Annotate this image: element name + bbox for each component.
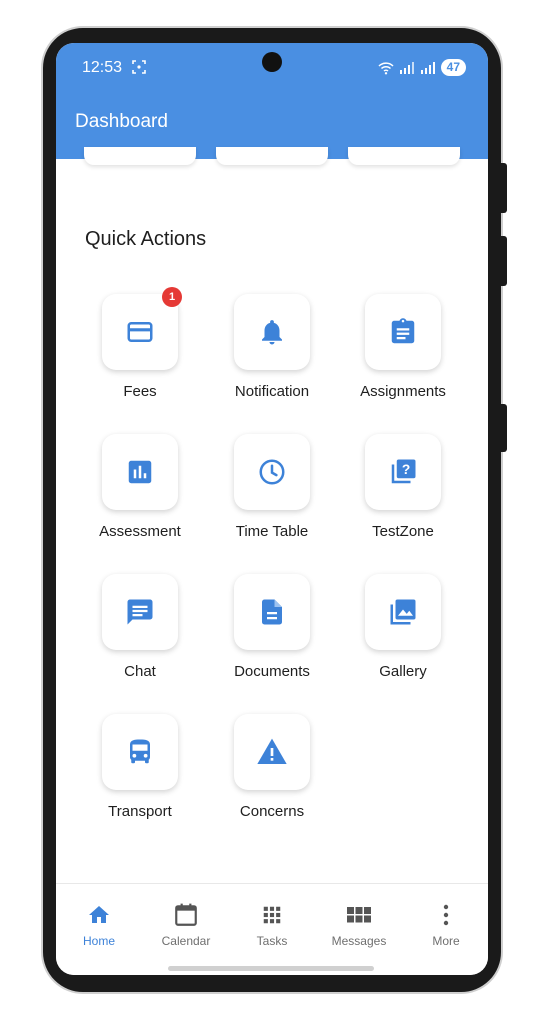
summary-card[interactable] [216,147,328,165]
quick-action-assignments[interactable]: Assignments [343,294,463,400]
bell-icon [262,320,282,345]
quick-action-icon-box[interactable] [234,294,310,370]
home-icon [89,906,109,923]
clock-icon [259,459,285,485]
status-time: 12:53 [82,59,123,76]
quick-action-icon-box[interactable] [234,714,310,790]
warning-icon [257,738,287,764]
phone-side-button [501,236,507,286]
quick-action-gallery[interactable]: Gallery [343,574,463,680]
quick-action-fees[interactable]: 1 Fees [80,287,200,400]
quick-action-icon-box[interactable] [365,294,441,370]
summary-card[interactable] [348,147,460,165]
quick-action-concerns[interactable]: Concerns [212,714,332,820]
signal-icon [420,61,435,74]
quick-action-icon-box[interactable] [234,434,310,510]
home-indicator[interactable] [168,966,374,971]
nav-label: Calendar [161,934,211,948]
nav-home[interactable]: Home [64,902,134,948]
nav-label: Tasks [256,934,288,948]
quick-action-label: Concerns [239,803,305,820]
quick-action-icon-box[interactable]: 1 [102,287,182,370]
more-vertical-icon [443,904,449,926]
quick-action-label: Assignments [360,383,446,400]
quick-action-label: Time Table [235,523,309,540]
quick-action-icon-box[interactable] [365,574,441,650]
quick-action-label: TestZone [372,523,434,540]
signal-icon [399,61,414,74]
svg-text:?: ? [402,462,410,477]
quick-action-icon-box[interactable] [102,714,178,790]
card-icon [127,322,153,342]
notification-badge: 1 [162,287,182,307]
quick-action-assessment[interactable]: Assessment [80,434,200,540]
quick-action-chat[interactable]: Chat [80,574,200,680]
front-camera [262,52,282,72]
app-screen: 12:53 47 Dashboard Quick Actions 1 Fees … [56,43,488,975]
quick-action-label: Assessment [99,523,181,540]
clipboard-icon [391,318,415,344]
quick-action-icon-box[interactable] [102,434,178,510]
nav-label: Home [82,934,115,948]
bar-chart-icon [128,460,152,484]
quick-actions-title: Quick Actions [85,228,207,250]
nav-messages[interactable]: Messages [324,902,394,948]
phone-side-button [501,163,507,213]
messages-grid-icon [347,907,371,923]
nav-label: More [432,934,460,948]
document-icon [262,599,282,625]
nav-calendar[interactable]: Calendar [151,902,221,948]
calendar-icon [175,903,197,926]
quick-action-transport[interactable]: Transport [80,714,200,820]
quick-action-label: Gallery [379,663,427,680]
chat-icon [127,599,153,625]
phone-side-button [501,404,507,452]
nav-more[interactable]: More [411,902,481,948]
quick-action-label: Notification [234,383,310,400]
quick-action-label: Transport [108,803,172,820]
quiz-icon: ? [391,459,416,484]
gallery-icon [390,599,416,625]
bottom-navigation: Home Calendar Tasks Messages More [56,883,488,975]
bus-icon [130,739,150,764]
nav-tasks[interactable]: Tasks [237,902,307,948]
page-title: Dashboard [75,111,168,132]
battery-level: 47 [440,59,466,76]
quick-action-documents[interactable]: Documents [212,574,332,680]
quick-action-icon-box[interactable] [102,574,178,650]
quick-action-label: Fees [123,383,157,400]
quick-action-time-table[interactable]: Time Table [212,434,332,540]
grid-icon [263,906,281,924]
quick-action-testzone[interactable]: ? TestZone [343,434,463,540]
quick-action-notification[interactable]: Notification [212,294,332,400]
quick-action-icon-box[interactable] [234,574,310,650]
quick-action-icon-box[interactable]: ? [365,434,441,510]
quick-action-label: Documents [234,663,310,680]
quick-action-label: Chat [124,663,156,680]
app-bar: 12:53 47 Dashboard [56,43,488,159]
screenshot-icon [132,60,146,74]
wifi-icon [378,61,394,74]
nav-label: Messages [331,934,387,948]
summary-card[interactable] [84,147,196,165]
